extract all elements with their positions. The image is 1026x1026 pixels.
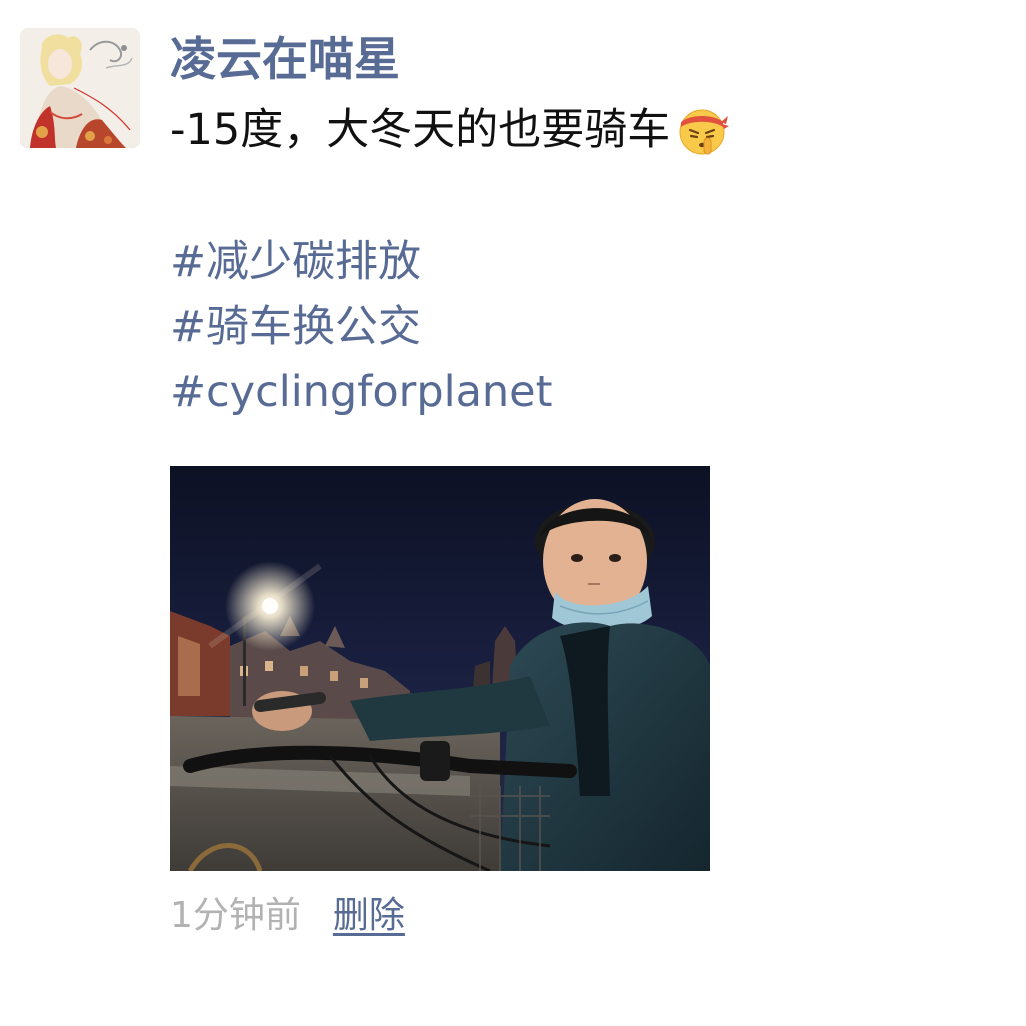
post-text: -15度，大冬天的也要骑车 <box>170 105 671 155</box>
hashtag-bike-instead-of-bus[interactable]: #骑车换公交 <box>170 295 990 360</box>
avatar-illustration <box>20 28 140 148</box>
avatar[interactable] <box>20 28 140 148</box>
post-timestamp: 1分钟前 <box>170 895 301 936</box>
shushing-face-with-headband-icon <box>674 102 730 158</box>
post-footer: 1分钟前 删除 <box>170 886 405 938</box>
username[interactable]: 凌云在喵星 <box>170 24 990 94</box>
hashtag-reduce-carbon[interactable]: #减少碳排放 <box>170 230 990 295</box>
post-content: 凌云在喵星 -15度，大冬天的也要骑车 #减少碳排放 #骑车换公交 #cycli… <box>170 24 990 425</box>
cycling-selfie-night-photo[interactable] <box>170 466 710 871</box>
text-spacer <box>170 166 990 230</box>
photo-scene <box>170 466 710 871</box>
delete-link[interactable]: 删除 <box>333 886 405 938</box>
post-text-line: -15度，大冬天的也要骑车 <box>170 94 990 166</box>
moments-post: 凌云在喵星 -15度，大冬天的也要骑车 #减少碳排放 #骑车换公交 #cycli… <box>0 0 1026 1026</box>
hashtag-cyclingforplanet[interactable]: #cyclingforplanet <box>170 360 990 425</box>
